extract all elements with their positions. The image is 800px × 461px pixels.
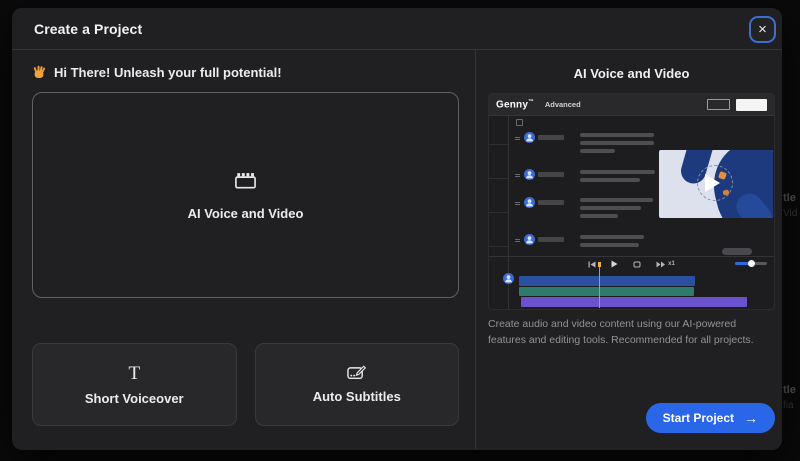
card-auto-subtitles[interactable]: Auto Subtitles — [254, 343, 459, 426]
speaker-avatar — [524, 197, 535, 208]
start-project-button[interactable]: Start Project → — [645, 403, 775, 433]
preview-mode-label: Advanced — [544, 100, 581, 109]
speaker-avatar — [524, 234, 535, 245]
backdrop-text-fragment: tle fia — [783, 382, 796, 414]
preview-topbar: Genny™ Advanced — [489, 94, 774, 116]
modal-body: Hi There! Unleash your full potential! A… — [12, 50, 782, 449]
modal-header: Create a Project × — [12, 8, 782, 50]
preview-script-row — [515, 197, 653, 218]
drag-handle-icon — [515, 173, 520, 178]
preview-white-button — [736, 98, 767, 111]
speaker-name-placeholder — [538, 200, 564, 205]
timeline-track-audio — [519, 287, 694, 296]
speed-label: x1 — [668, 261, 675, 267]
speaker-name-placeholder — [538, 237, 564, 242]
modal-title: Create a Project — [34, 20, 143, 37]
card-short-voiceover[interactable]: T Short Voiceover — [32, 343, 237, 426]
zoom-slider — [735, 260, 767, 267]
project-type-panel: Hi There! Unleash your full potential! A… — [12, 50, 475, 449]
preview-body: x1 — [489, 116, 774, 309]
project-description: Create audio and video content using our… — [488, 318, 754, 346]
genny-app-preview: Genny™ Advanced x1 — [488, 93, 775, 310]
timeline-scrollbar — [722, 248, 752, 255]
greeting-text: Hi There! Unleash your full potential! — [54, 64, 282, 80]
playback-toolbar: x1 — [489, 256, 774, 271]
script-text-placeholder — [580, 198, 653, 218]
project-detail-panel: AI Voice and Video Genny™ Advanced x1 Cr… — [475, 50, 782, 449]
backdrop-text-fragment: tle Vid — [783, 190, 797, 222]
start-project-label: Start Project — [662, 411, 734, 425]
backdrop-text: Vid — [783, 208, 798, 219]
subtitle-edit-icon — [347, 365, 367, 380]
greeting: Hi There! Unleash your full potential! — [32, 64, 459, 80]
preview-topbar-actions — [707, 98, 767, 111]
genny-logo: Genny™ — [496, 98, 534, 111]
backdrop-text: fia — [783, 400, 794, 411]
preview-clip-icon — [516, 119, 523, 126]
secondary-card-row: T Short Voiceover Auto Subtitles — [32, 343, 459, 426]
clapperboard-icon — [235, 172, 256, 188]
create-project-modal: Create a Project × Hi There! Unleash you… — [12, 8, 782, 450]
backdrop-text: tle — [783, 192, 796, 204]
card-ai-voice-and-video[interactable]: AI Voice and Video — [32, 92, 459, 298]
preview-script-row — [515, 234, 644, 247]
preview-script-row — [515, 132, 654, 153]
arrow-right-icon: → — [744, 410, 758, 426]
card-label: Auto Subtitles — [312, 389, 401, 404]
script-text-placeholder — [580, 170, 655, 182]
drag-handle-icon — [515, 136, 520, 141]
drag-handle-icon — [515, 238, 520, 243]
detail-title: AI Voice and Video — [573, 66, 690, 81]
play-button-icon — [611, 260, 618, 268]
backdrop-text: tle — [783, 384, 796, 396]
preview-outline-button — [707, 99, 730, 110]
play-icon — [705, 174, 720, 192]
script-text-placeholder — [580, 133, 654, 153]
close-button[interactable]: × — [749, 16, 776, 43]
skip-back-icon — [588, 261, 596, 268]
timeline-playhead — [598, 262, 601, 308]
preview-script-row — [515, 169, 655, 182]
speaker-avatar — [524, 169, 535, 180]
speaker-name-placeholder — [538, 135, 564, 140]
speaker-avatar — [524, 132, 535, 143]
wave-hand-icon — [33, 65, 46, 78]
timeline-track-voice — [519, 276, 695, 286]
timeline-track-video — [521, 297, 747, 307]
video-preview-thumbnail — [659, 150, 773, 218]
card-label: AI Voice and Video — [187, 205, 304, 221]
close-icon: × — [758, 21, 767, 38]
card-label: Short Voiceover — [84, 390, 184, 406]
speaker-name-placeholder — [538, 172, 564, 177]
skip-forward-icon: x1 — [656, 261, 675, 268]
timeline-speaker-avatar — [503, 273, 514, 284]
loop-icon — [633, 261, 641, 268]
script-text-placeholder — [580, 235, 644, 247]
drag-handle-icon — [515, 201, 520, 206]
text-t-icon: T — [128, 362, 141, 384]
